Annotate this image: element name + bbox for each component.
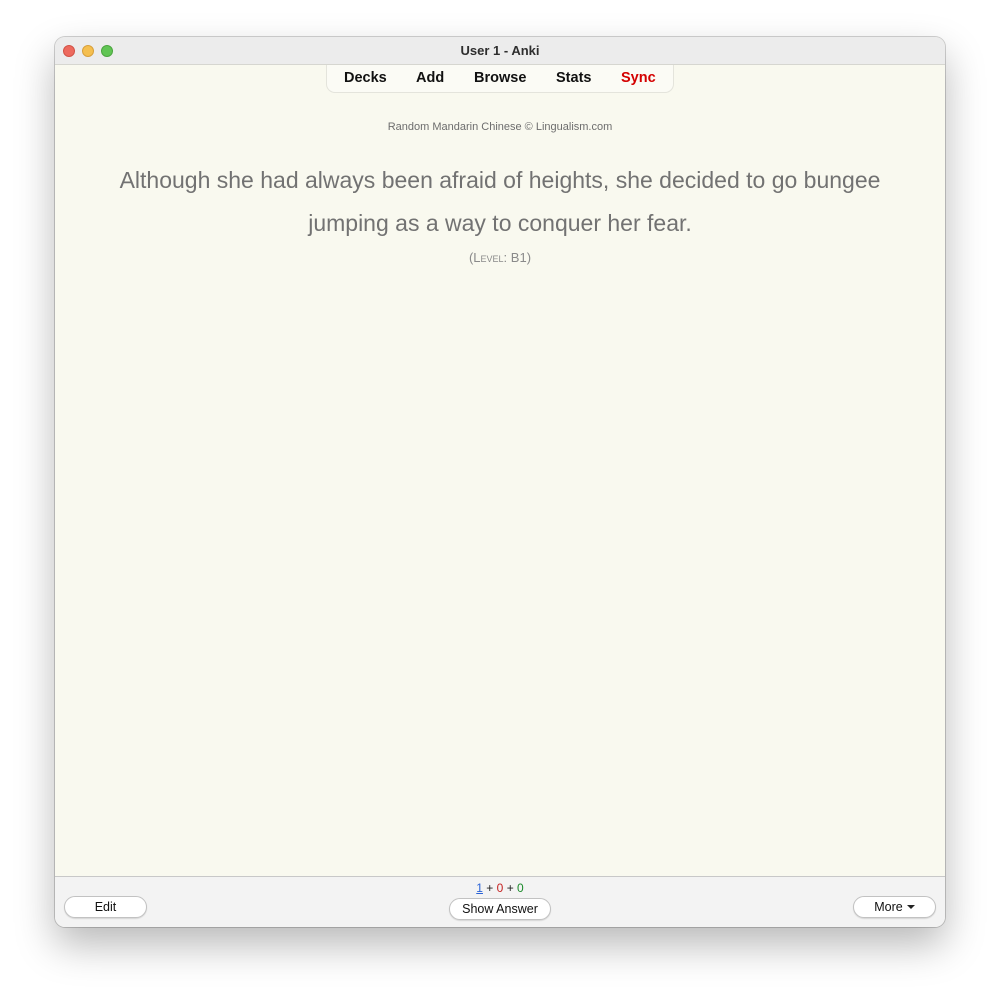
level-separator: :: [503, 250, 511, 265]
anki-window: User 1 - Anki Random Mandarin Chinese © …: [55, 37, 945, 927]
show-answer-label: Show Answer: [462, 902, 538, 916]
toolbar-decks[interactable]: Decks: [344, 65, 387, 92]
toolbar-stats[interactable]: Stats: [556, 65, 591, 92]
more-button-label: More: [874, 900, 903, 914]
level-label: Level: [473, 250, 504, 265]
edit-button-label: Edit: [94, 900, 117, 914]
window-title: User 1 - Anki: [460, 43, 540, 58]
level-close-paren: ): [526, 250, 532, 265]
show-answer-button[interactable]: Show Answer: [449, 898, 551, 920]
count-plus: +: [486, 881, 494, 895]
bottom-bar: 1 + 0 + 0 Edit Show Answer More: [55, 876, 945, 927]
edit-button[interactable]: Edit: [64, 896, 147, 918]
review-area: Random Mandarin Chinese © Lingualism.com…: [55, 65, 945, 876]
review-count: 0: [517, 881, 524, 895]
toolbar-add[interactable]: Add: [416, 65, 444, 92]
card-sentence: Although she had always been afraid of h…: [119, 167, 881, 236]
due-counts: 1 + 0 + 0: [55, 881, 945, 895]
more-button[interactable]: More: [853, 896, 936, 918]
new-count[interactable]: 1: [476, 881, 483, 895]
card-credit: Random Mandarin Chinese © Lingualism.com: [387, 121, 613, 133]
count-plus: +: [506, 881, 514, 895]
title-bar: User 1 - Anki: [55, 37, 945, 65]
caret-down-icon: [906, 904, 915, 909]
toolbar-browse[interactable]: Browse: [474, 65, 526, 92]
card-level: (Level: B1): [55, 250, 945, 265]
toolbar-sync[interactable]: Sync: [621, 65, 656, 92]
learning-count: 0: [496, 881, 504, 895]
level-value: B1: [510, 250, 527, 265]
main-toolbar: Decks Add Browse Stats Sync: [326, 65, 674, 93]
